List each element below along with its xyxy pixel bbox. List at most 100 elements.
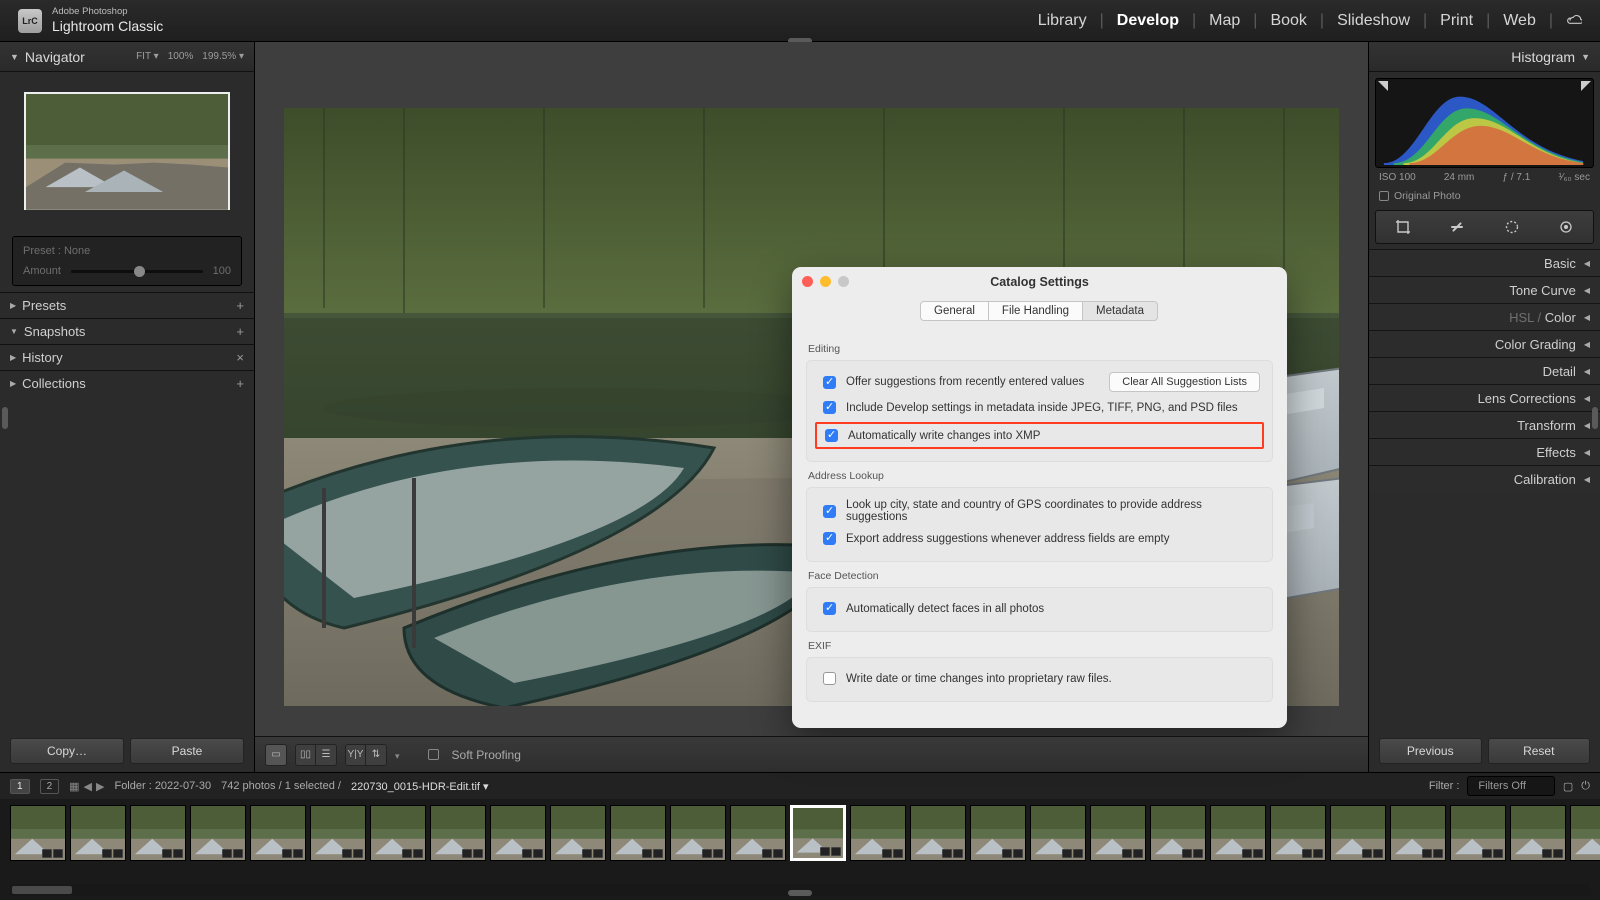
module-develop[interactable]: Develop	[1117, 12, 1179, 30]
reset-button[interactable]: Reset	[1488, 738, 1591, 764]
navigator-preview[interactable]	[24, 92, 230, 210]
filmstrip-thumb[interactable]	[370, 805, 426, 861]
panel-transform[interactable]: Transform◀	[1369, 411, 1600, 438]
plus-icon[interactable]: +	[236, 376, 244, 391]
close-icon[interactable]: ×	[236, 350, 244, 365]
filmstrip-thumb[interactable]	[1390, 805, 1446, 861]
tab-metadata[interactable]: Metadata	[1082, 301, 1158, 321]
view-mode-segment[interactable]: ▭	[265, 744, 287, 766]
filmstrip-thumb[interactable]	[550, 805, 606, 861]
filmstrip-thumb[interactable]	[250, 805, 306, 861]
panel-tone-curve[interactable]: Tone Curve◀	[1369, 276, 1600, 303]
before-after-dropdown[interactable]	[395, 748, 400, 762]
shadow-clip-icon[interactable]	[1378, 81, 1388, 91]
window-close-icon[interactable]	[802, 276, 813, 287]
zoom-fit[interactable]: FIT ▾	[136, 51, 159, 62]
panel-lens-corrections[interactable]: Lens Corrections◀	[1369, 384, 1600, 411]
filmstrip-thumb[interactable]	[1450, 805, 1506, 861]
presets-section[interactable]: ▶Presets+	[0, 292, 254, 318]
panel-effects[interactable]: Effects◀	[1369, 438, 1600, 465]
filmstrip-thumb[interactable]	[610, 805, 666, 861]
current-filename[interactable]: 220730_0015-HDR-Edit.tif ▾	[351, 780, 489, 793]
checkbox-write-date-raw[interactable]	[823, 672, 836, 685]
filmstrip-thumb[interactable]	[970, 805, 1026, 861]
copy-button[interactable]: Copy…	[10, 738, 124, 764]
module-map[interactable]: Map	[1209, 12, 1240, 30]
filmstrip-thumbs[interactable]	[0, 799, 1600, 884]
filmstrip-thumb[interactable]	[1150, 805, 1206, 861]
monitor-2[interactable]: 2	[40, 779, 60, 794]
module-print[interactable]: Print	[1440, 12, 1473, 30]
filmstrip-thumb[interactable]	[850, 805, 906, 861]
original-photo-checkbox[interactable]	[1379, 191, 1389, 201]
before-after-lr-icon[interactable]: ▯▯	[296, 745, 316, 765]
snapshots-section[interactable]: ▼Snapshots+	[0, 318, 254, 344]
filmstrip-thumb[interactable]	[1030, 805, 1086, 861]
filmstrip-thumb[interactable]	[910, 805, 966, 861]
filter-switch-icon[interactable]: ⏻	[1581, 780, 1590, 793]
checkbox-auto-write-xmp[interactable]	[825, 429, 838, 442]
loupe-view-icon[interactable]: ▭	[266, 745, 286, 765]
redeye-tool-icon[interactable]	[1557, 218, 1575, 236]
clear-suggestion-lists-button[interactable]: Clear All Suggestion Lists	[1109, 372, 1260, 392]
filmstrip-thumb[interactable]	[790, 805, 846, 861]
filmstrip-thumb[interactable]	[10, 805, 66, 861]
plus-icon[interactable]: +	[236, 298, 244, 313]
highlight-clip-icon[interactable]	[1581, 81, 1591, 91]
filter-lock-icon[interactable]: ▢	[1563, 780, 1573, 793]
tab-file-handling[interactable]: File Handling	[988, 301, 1083, 321]
folder-path[interactable]: Folder : 2022-07-30	[114, 780, 211, 792]
zoom-custom[interactable]: 199.5% ▾	[202, 51, 244, 62]
checkbox-offer-suggestions[interactable]	[823, 376, 836, 389]
mask-tool-icon[interactable]	[1503, 218, 1521, 236]
collections-section[interactable]: ▶Collections+	[0, 370, 254, 396]
filmstrip-thumb[interactable]	[1270, 805, 1326, 861]
soft-proofing-checkbox[interactable]	[428, 749, 439, 760]
checkbox-include-develop-settings[interactable]	[823, 401, 836, 414]
before-after-tb-icon[interactable]: ☰	[316, 745, 336, 765]
nav-fwd-icon[interactable]: ▶	[96, 780, 104, 793]
grid-icon[interactable]: ▦	[69, 780, 79, 793]
amount-slider[interactable]	[71, 270, 203, 273]
left-panel-handle[interactable]	[2, 407, 8, 429]
navigator-header[interactable]: ▼ Navigator FIT ▾ 100% 199.5% ▾	[0, 42, 254, 72]
paste-button[interactable]: Paste	[130, 738, 244, 764]
module-book[interactable]: Book	[1270, 12, 1306, 30]
module-library[interactable]: Library	[1038, 12, 1087, 30]
filmstrip-thumb[interactable]	[670, 805, 726, 861]
filmstrip-thumb[interactable]	[490, 805, 546, 861]
crop-tool-icon[interactable]	[1394, 218, 1412, 236]
nav-back-icon[interactable]: ◀	[84, 780, 92, 793]
right-panel-handle[interactable]	[1592, 407, 1598, 429]
panel-calibration[interactable]: Calibration◀	[1369, 465, 1600, 492]
previous-button[interactable]: Previous	[1379, 738, 1482, 764]
bottom-panel-handle[interactable]	[788, 890, 812, 896]
checkbox-detect-faces[interactable]	[823, 602, 836, 615]
module-slideshow[interactable]: Slideshow	[1337, 12, 1410, 30]
filmstrip-thumb[interactable]	[1330, 805, 1386, 861]
compare-segment[interactable]: ▯▯ ☰	[295, 744, 337, 766]
histogram-header[interactable]: Histogram ▼	[1369, 42, 1600, 72]
history-section[interactable]: ▶History×	[0, 344, 254, 370]
filmstrip-thumb[interactable]	[1090, 805, 1146, 861]
yy-icon[interactable]: Y|Y	[346, 745, 366, 765]
swap-icon[interactable]: ⇅	[366, 745, 386, 765]
window-minimize-icon[interactable]	[820, 276, 831, 287]
filmstrip-thumb[interactable]	[310, 805, 366, 861]
compare-segment-2[interactable]: Y|Y ⇅	[345, 744, 387, 766]
filmstrip-thumb[interactable]	[70, 805, 126, 861]
panel-color-grading[interactable]: Color Grading◀	[1369, 330, 1600, 357]
panel-detail[interactable]: Detail◀	[1369, 357, 1600, 384]
checkbox-lookup-gps[interactable]	[823, 505, 836, 518]
histogram[interactable]	[1375, 78, 1594, 168]
module-web[interactable]: Web	[1503, 12, 1536, 30]
healing-tool-icon[interactable]	[1448, 218, 1466, 236]
monitor-1[interactable]: 1	[10, 779, 30, 794]
plus-icon[interactable]: +	[236, 324, 244, 339]
filmstrip-thumb[interactable]	[130, 805, 186, 861]
filmstrip-thumb[interactable]	[730, 805, 786, 861]
checkbox-export-address[interactable]	[823, 532, 836, 545]
panel-basic[interactable]: Basic◀	[1369, 249, 1600, 276]
tab-general[interactable]: General	[920, 301, 989, 321]
filmstrip-thumb[interactable]	[1570, 805, 1600, 861]
